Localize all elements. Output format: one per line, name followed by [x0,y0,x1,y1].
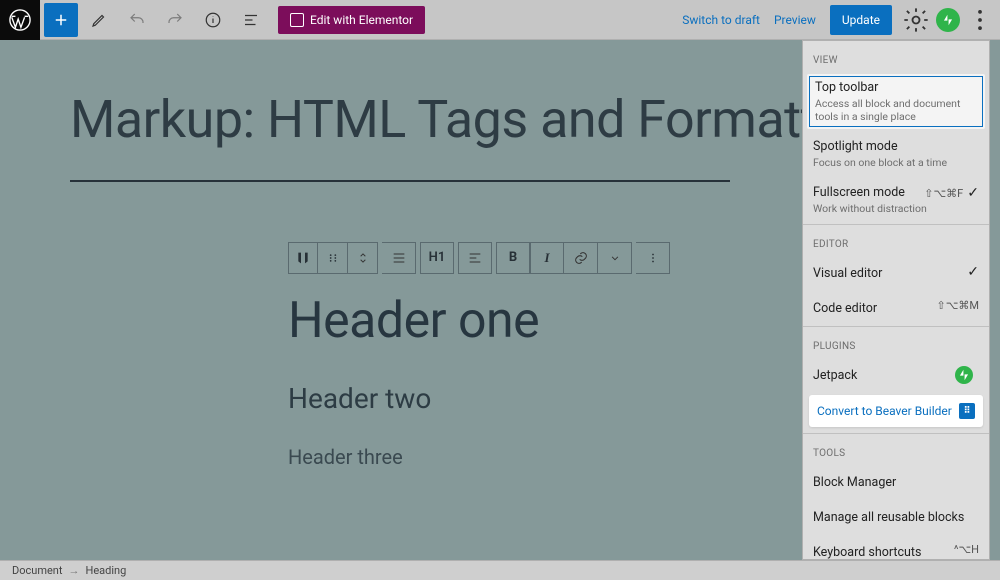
drag-handle-icon[interactable] [318,242,348,274]
jetpack-icon [955,366,973,384]
bold-button[interactable]: B [496,242,530,274]
separator-block[interactable] [70,180,730,182]
menu-visual-editor[interactable]: Visual editor [803,256,989,291]
preview-link[interactable]: Preview [774,13,816,27]
elementor-icon [290,13,304,27]
more-options-button[interactable] [966,6,994,34]
menu-convert-beaver-builder[interactable]: Convert to Beaver Builder ⠿ [809,395,983,427]
breadcrumb: Document → Heading [0,560,1000,580]
section-head-plugins: PLUGINS [803,327,989,358]
italic-button[interactable]: I [530,242,564,274]
menu-jetpack[interactable]: Jetpack [803,358,989,393]
menu-code-editor[interactable]: Code editor ⇧⌥⌘M [803,291,989,326]
settings-icon[interactable] [902,6,930,34]
chevron-down-icon[interactable] [598,242,632,274]
beaver-builder-icon: ⠿ [959,403,975,419]
jetpack-icon[interactable] [936,8,960,32]
options-dropdown: VIEW Top toolbar Access all block and do… [802,40,990,560]
wordpress-logo[interactable] [0,0,40,40]
breadcrumb-document[interactable]: Document [12,564,62,577]
page-title[interactable]: Markup: HTML Tags and Formatting [70,90,930,150]
section-head-editor: EDITOR [803,225,989,256]
edit-icon[interactable] [82,3,116,37]
breadcrumb-heading[interactable]: Heading [85,564,126,577]
add-block-button[interactable] [44,3,78,37]
chevron-right-icon: → [68,564,79,577]
menu-spotlight-mode[interactable]: Spotlight mode Focus on one block at a t… [803,131,989,177]
block-type-icon[interactable] [288,242,318,274]
section-head-tools: TOOLS [803,434,989,465]
elementor-label: Edit with Elementor [310,13,413,27]
menu-keyboard-shortcuts[interactable]: Keyboard shortcuts ^⌥H [803,535,989,561]
move-updown-icon[interactable] [348,242,378,274]
text-align-button[interactable] [458,242,492,274]
heading-level-button[interactable]: H1 [420,242,454,274]
link-button[interactable] [564,242,598,274]
editor-topbar: Edit with Elementor Switch to draft Prev… [0,0,1000,40]
menu-reusable-blocks[interactable]: Manage all reusable blocks [803,500,989,535]
update-button[interactable]: Update [830,5,892,35]
menu-block-manager[interactable]: Block Manager [803,465,989,500]
section-head-view: VIEW [803,41,989,72]
edit-with-elementor-button[interactable]: Edit with Elementor [278,6,425,34]
check-icon [967,185,979,201]
outline-icon[interactable] [234,3,268,37]
menu-fullscreen-mode[interactable]: Fullscreen mode Work without distraction… [803,177,989,223]
menu-top-toolbar[interactable]: Top toolbar Access all block and documen… [807,74,985,129]
redo-button[interactable] [158,3,192,37]
switch-to-draft-link[interactable]: Switch to draft [682,13,760,27]
undo-button[interactable] [120,3,154,37]
info-icon[interactable] [196,3,230,37]
check-icon [967,264,979,280]
block-more-options[interactable] [636,242,670,274]
align-button[interactable] [382,242,416,274]
